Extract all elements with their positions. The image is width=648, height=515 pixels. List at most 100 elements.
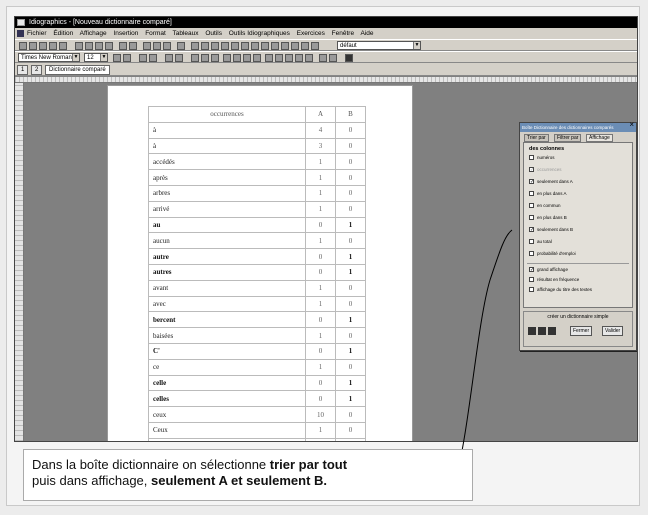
save-icon[interactable] — [538, 327, 546, 335]
link-icon[interactable] — [143, 42, 151, 50]
redo-icon[interactable] — [129, 42, 137, 50]
open-icon[interactable] — [29, 42, 37, 50]
paragraph-icon[interactable] — [305, 54, 313, 62]
option-4[interactable]: en commun — [529, 203, 561, 209]
tool-icon-4[interactable] — [221, 42, 229, 50]
valider-button[interactable]: Valider — [602, 326, 624, 336]
menu-fenetre[interactable]: Fenêtre — [332, 30, 354, 37]
checkbox[interactable] — [529, 251, 534, 257]
tab-trier-par[interactable]: Trier par — [524, 134, 549, 142]
tool-icon-e[interactable] — [165, 54, 173, 62]
menu-outils-idiographiques[interactable]: Outils Idiographiques — [229, 30, 290, 37]
tool-icon-2[interactable] — [201, 42, 209, 50]
checkbox[interactable]: ✓ — [529, 167, 534, 173]
tool-icon-h[interactable] — [329, 54, 337, 62]
option-3[interactable]: en plus dans A — [529, 191, 567, 197]
italic-icon[interactable] — [201, 54, 209, 62]
list-icon[interactable] — [265, 54, 273, 62]
tool-icon-g[interactable] — [319, 54, 327, 62]
option-7[interactable]: au total — [529, 239, 552, 245]
table-icon[interactable] — [153, 42, 161, 50]
disk-icon[interactable] — [548, 327, 556, 335]
option2-2[interactable]: affichage du titre des textes — [529, 287, 592, 293]
tool-icon-7[interactable] — [251, 42, 259, 50]
new-icon[interactable] — [19, 42, 27, 50]
menu-affichage[interactable]: Affichage — [80, 30, 107, 37]
chevron-down-icon[interactable]: ▼ — [100, 54, 107, 61]
numbered-list-icon[interactable] — [275, 54, 283, 62]
columns-icon[interactable] — [163, 42, 171, 50]
underline-icon[interactable] — [211, 54, 219, 62]
menu-tableaux[interactable]: Tableaux — [173, 30, 199, 37]
tab-2[interactable]: 2 — [31, 65, 43, 75]
tool-icon-c[interactable] — [139, 54, 147, 62]
indent-icon[interactable] — [295, 54, 303, 62]
option2-1[interactable]: résultat en fréquence — [529, 277, 579, 283]
option-5[interactable]: en plus dans B — [529, 215, 567, 221]
justify-icon[interactable] — [253, 54, 261, 62]
tool-icon-f[interactable] — [175, 54, 183, 62]
tool-icon-1[interactable] — [191, 42, 199, 50]
menu-insertion[interactable]: Insertion — [113, 30, 138, 37]
checkbox[interactable] — [529, 155, 534, 161]
option-2[interactable]: ✓ seulement dans A — [529, 179, 573, 185]
checkbox[interactable]: ✓ — [529, 179, 534, 185]
font-select[interactable]: Times New Roman ▼ — [18, 53, 80, 62]
tab-1[interactable]: 1 — [17, 65, 29, 75]
style-select[interactable]: défaut ▼ — [337, 41, 421, 50]
copy-icon[interactable] — [85, 42, 93, 50]
cut-icon[interactable] — [75, 42, 83, 50]
option-6[interactable]: ✓ seulement dans B — [529, 227, 573, 233]
align-left-icon[interactable] — [223, 54, 231, 62]
tool-icon-3[interactable] — [211, 42, 219, 50]
print-icon[interactable] — [49, 42, 57, 50]
checkbox[interactable] — [529, 287, 534, 293]
menu-aide[interactable]: Aide — [361, 30, 374, 37]
tool-icon-9[interactable] — [271, 42, 279, 50]
menu-outils[interactable]: Outils — [205, 30, 222, 37]
tool-icon-a[interactable] — [113, 54, 121, 62]
fermer-button[interactable]: Fermer — [570, 326, 593, 336]
align-center-icon[interactable] — [233, 54, 241, 62]
checkbox[interactable] — [529, 215, 534, 221]
option-1[interactable]: ✓ occurrences — [529, 167, 562, 173]
checkbox[interactable] — [529, 239, 534, 245]
tool-icon-5[interactable] — [231, 42, 239, 50]
undo-icon[interactable] — [119, 42, 127, 50]
tab-dictionnaire-compare[interactable]: Dictionnaire comparé — [45, 65, 110, 75]
preview-icon[interactable] — [59, 42, 67, 50]
tool-icon-12[interactable] — [301, 42, 309, 50]
option-8[interactable]: probabilité d'emploi — [529, 251, 576, 257]
menu-edition[interactable]: Édition — [53, 30, 73, 37]
menu-format[interactable]: Format — [145, 30, 166, 37]
tool-icon-13[interactable] — [311, 42, 319, 50]
chevron-down-icon[interactable]: ▼ — [413, 42, 420, 49]
tool-icon-d[interactable] — [149, 54, 157, 62]
checkbox[interactable] — [529, 203, 534, 209]
option2-0[interactable]: ✓ grand affichage — [529, 267, 568, 273]
checkbox[interactable]: ✓ — [529, 227, 534, 233]
drawing-icon[interactable] — [177, 42, 185, 50]
tool-icon-11[interactable] — [291, 42, 299, 50]
help-icon[interactable] — [345, 54, 353, 62]
paste-icon[interactable] — [95, 42, 103, 50]
save-icon[interactable] — [39, 42, 47, 50]
checkbox[interactable] — [529, 277, 534, 283]
tab-filtrer-par[interactable]: Filtrer par — [554, 134, 582, 142]
tool-icon-6[interactable] — [241, 42, 249, 50]
tool-icon-8[interactable] — [261, 42, 269, 50]
checkbox[interactable]: ✓ — [529, 267, 534, 273]
outdent-icon[interactable] — [285, 54, 293, 62]
dictionary-icon[interactable] — [528, 327, 536, 335]
align-right-icon[interactable] — [243, 54, 251, 62]
chevron-down-icon[interactable]: ▼ — [72, 54, 79, 61]
tab-affichage[interactable]: Affichage — [586, 134, 613, 142]
format-paint-icon[interactable] — [105, 42, 113, 50]
close-icon[interactable]: × — [629, 120, 634, 129]
tool-icon-10[interactable] — [281, 42, 289, 50]
menu-fichier[interactable]: Fichier — [27, 30, 47, 37]
bold-icon[interactable] — [191, 54, 199, 62]
tool-icon-b[interactable] — [123, 54, 131, 62]
size-select[interactable]: 12 ▼ — [84, 53, 108, 62]
menu-exercices[interactable]: Exercices — [297, 30, 325, 37]
